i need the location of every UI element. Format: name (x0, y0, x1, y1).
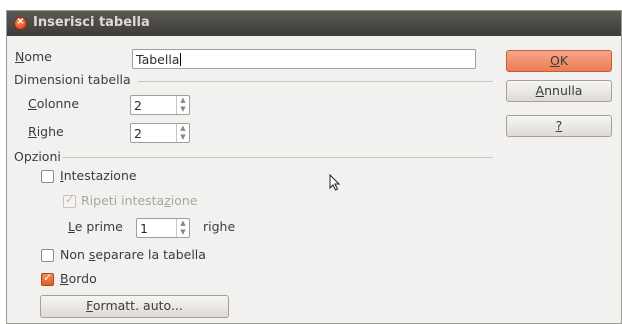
border-label: Bordo (60, 271, 97, 286)
columns-value: 2 (134, 98, 142, 113)
first-rows-value: 1 (140, 221, 148, 236)
rows-spinbox[interactable]: 2 ▲ ▼ (130, 123, 190, 143)
insert-table-dialog: × Inserisci tabella Nome Tabella Dimensi… (6, 10, 622, 324)
first-rows-label: Le prime (68, 219, 123, 234)
mouse-pointer-icon (329, 173, 341, 195)
repeat-header-label: Ripeti intestazione (81, 193, 198, 208)
title-bar[interactable]: × Inserisci tabella (7, 11, 621, 36)
spin-arrows-icon[interactable]: ▲ ▼ (176, 96, 189, 114)
first-rows-suffix: righe (203, 219, 236, 234)
dialog-title: Inserisci tabella (33, 15, 150, 30)
name-input-value: Tabella (136, 52, 180, 67)
close-icon[interactable]: × (14, 16, 27, 30)
ok-button[interactable]: OK (506, 50, 612, 72)
text-caret (180, 53, 181, 66)
border-checkbox[interactable]: ✓ (41, 271, 54, 286)
autoformat-button[interactable]: Formatt. auto... (40, 295, 229, 318)
options-separator (63, 157, 493, 158)
cancel-button[interactable]: Annulla (506, 80, 612, 102)
columns-spinbox[interactable]: 2 ▲ ▼ (130, 95, 190, 115)
dimensions-heading: Dimensioni tabella (14, 72, 131, 87)
columns-label: Colonne (28, 96, 80, 111)
repeat-header-checkbox[interactable]: ✓ (63, 193, 76, 208)
header-label: Intestazione (60, 168, 137, 183)
name-label: Nome (15, 49, 52, 64)
rows-label: Righe (28, 124, 64, 139)
header-checkbox[interactable] (41, 170, 54, 183)
dimensions-separator (138, 81, 493, 82)
first-rows-spinbox[interactable]: 1 ▲ ▼ (136, 218, 190, 238)
name-input[interactable]: Tabella (132, 49, 476, 69)
rows-value: 2 (134, 126, 142, 141)
no-split-label: Non separare la tabella (60, 247, 206, 262)
help-button[interactable]: ? (506, 115, 612, 137)
spin-arrows-icon[interactable]: ▲ ▼ (176, 124, 189, 142)
no-split-checkbox[interactable] (41, 249, 54, 262)
spin-arrows-icon[interactable]: ▲ ▼ (176, 219, 189, 237)
options-heading: Opzioni (14, 149, 61, 164)
